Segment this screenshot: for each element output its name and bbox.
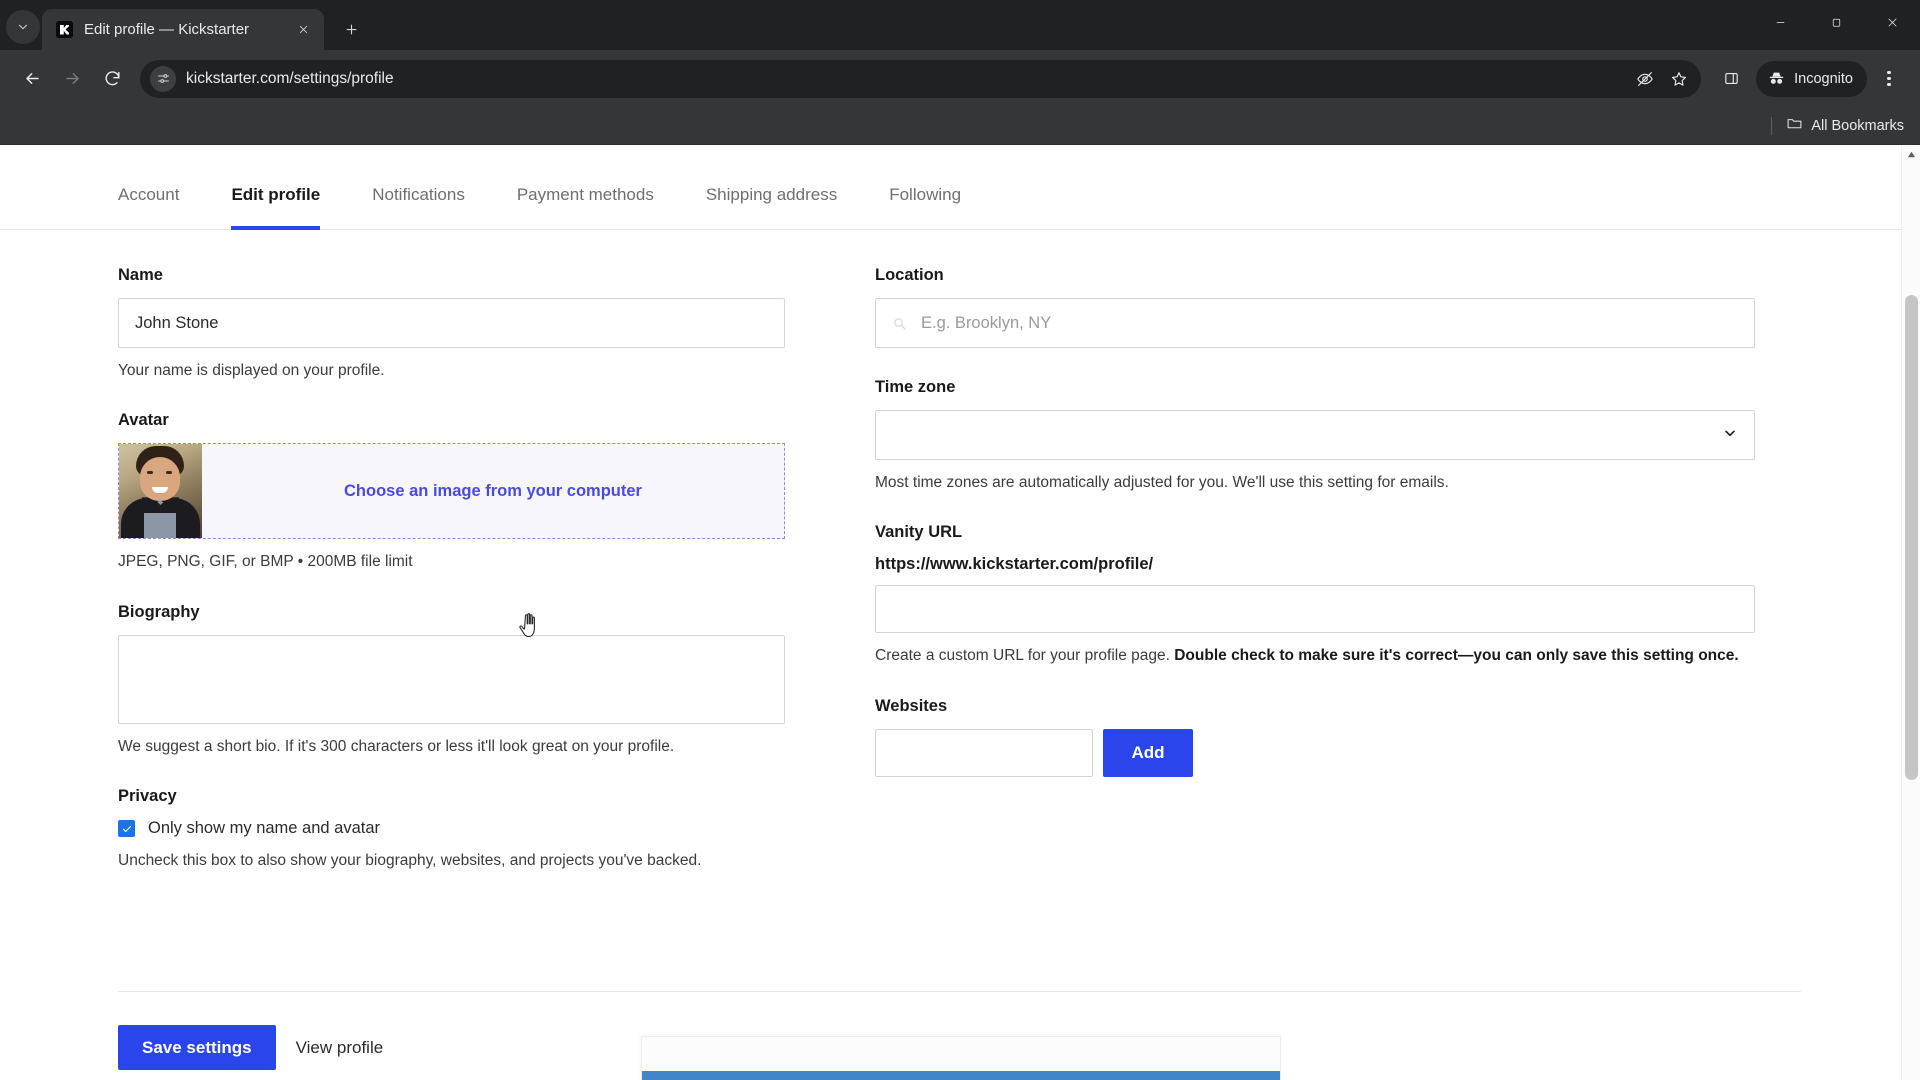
name-help-text: Your name is displayed on your profile. — [118, 362, 385, 379]
avatar-upload-area[interactable]: Choose an image from your computer — [202, 444, 784, 538]
biography-field-group: Biography We suggest a short bio. If it'… — [118, 603, 790, 757]
avatar-help-text: JPEG, PNG, GIF, or BMP • 200MB file limi… — [118, 553, 413, 571]
folder-icon — [1786, 115, 1803, 136]
page-settings-icon[interactable] — [150, 65, 176, 92]
new-tab-button[interactable] — [334, 12, 368, 46]
timezone-help-text: Most time zones are automatically adjust… — [875, 474, 1449, 491]
biography-help-text: We suggest a short bio. If it's 300 char… — [118, 737, 675, 755]
browser-toolbar: kickstarter.com/settings/profile Incogni… — [0, 50, 1920, 107]
settings-columns: Name John Stone Your name is displayed o… — [0, 230, 1901, 902]
privacy-field-group: Privacy Only show my name and avatar Unc… — [118, 787, 790, 871]
page-viewport: Account Edit profile Notifications Payme… — [0, 145, 1920, 1080]
vanity-url-input[interactable] — [875, 585, 1755, 634]
location-label: Location — [875, 266, 944, 284]
forward-icon[interactable] — [54, 61, 90, 97]
minimize-icon[interactable] — [1752, 0, 1808, 44]
bookmarks-bar: All Bookmarks — [0, 107, 1920, 145]
footer-divider — [118, 991, 1801, 992]
name-input[interactable]: John Stone — [118, 298, 785, 348]
tab-shipping-address[interactable]: Shipping address — [706, 185, 837, 229]
websites-row: Add — [875, 728, 1690, 777]
name-label: Name — [118, 266, 163, 284]
biography-label: Biography — [118, 602, 200, 621]
avatar-dropzone[interactable]: Choose an image from your computer — [118, 443, 785, 540]
timezone-label: Time zone — [875, 378, 956, 396]
page-scrollbar[interactable] — [1901, 145, 1920, 1080]
incognito-profile-button[interactable]: Incognito — [1756, 60, 1867, 97]
scroll-up-arrow-icon[interactable] — [1902, 145, 1920, 164]
incognito-label: Incognito — [1794, 70, 1853, 87]
close-icon[interactable] — [292, 19, 314, 41]
tab-search-icon[interactable] — [6, 10, 40, 44]
avatar-field-group: Avatar Choose an image from your compute… — [118, 411, 790, 572]
chevron-down-icon — [1722, 425, 1738, 446]
vanity-url-label: Vanity URL — [875, 523, 963, 542]
restore-icon[interactable] — [1808, 0, 1864, 44]
timezone-field-group: Time zone Most time zones are automatica… — [875, 378, 1755, 493]
bookmarks-divider — [1771, 116, 1773, 135]
kebab-menu-icon[interactable] — [1872, 61, 1906, 97]
add-website-button[interactable]: Add — [1103, 728, 1193, 777]
tab-edit-profile[interactable]: Edit profile — [231, 185, 320, 230]
window-controls — [1752, 0, 1920, 44]
star-icon[interactable] — [1663, 63, 1695, 95]
side-panel-icon[interactable] — [1713, 61, 1749, 97]
privacy-checkbox[interactable] — [118, 820, 135, 838]
vanity-url-prefix: https://www.kickstarter.com/profile/ — [875, 555, 1154, 574]
tab-account[interactable]: Account — [118, 185, 179, 229]
eye-slash-icon[interactable] — [1629, 63, 1661, 95]
website-input[interactable] — [875, 728, 1093, 777]
vanity-help-plain: Create a custom URL for your profile pag… — [875, 647, 1175, 665]
scrollbar-thumb[interactable] — [1905, 295, 1918, 780]
all-bookmarks-label: All Bookmarks — [1811, 117, 1904, 134]
right-column: Location E.g. Brooklyn, NY Time zone Mos… — [790, 266, 1755, 902]
tab-strip: Edit profile — Kickstarter — [0, 0, 1920, 50]
biography-textarea[interactable] — [118, 634, 785, 724]
address-bar[interactable]: kickstarter.com/settings/profile — [140, 59, 1702, 98]
kickstarter-settings-page: Account Edit profile Notifications Payme… — [0, 145, 1901, 1080]
toolbar-right-actions: Incognito — [1713, 60, 1906, 97]
vanity-help-bold: Double check to make sure it's correct—y… — [1174, 647, 1739, 665]
all-bookmarks-button[interactable]: All Bookmarks — [1786, 115, 1904, 136]
save-settings-button[interactable]: Save settings — [118, 1025, 276, 1070]
timezone-select[interactable] — [875, 410, 1755, 460]
bottom-sheet-panel[interactable] — [641, 1036, 1281, 1080]
tab-payment-methods[interactable]: Payment methods — [517, 185, 654, 229]
vanity-url-field-group: Vanity URL https://www.kickstarter.com/p… — [875, 523, 1755, 666]
kickstarter-k-icon — [56, 21, 73, 38]
websites-field-group: Websites Add — [875, 697, 1690, 777]
left-column: Name John Stone Your name is displayed o… — [0, 266, 790, 902]
browser-tab[interactable]: Edit profile — Kickstarter — [42, 9, 324, 50]
view-profile-link[interactable]: View profile — [296, 1038, 384, 1058]
avatar-label: Avatar — [118, 411, 169, 430]
location-input[interactable]: E.g. Brooklyn, NY — [875, 298, 1755, 348]
bottom-sheet-accent-bar — [642, 1071, 1280, 1080]
url-text: kickstarter.com/settings/profile — [186, 69, 394, 87]
window-close-icon[interactable] — [1864, 0, 1920, 44]
privacy-checkbox-row[interactable]: Only show my name and avatar — [118, 819, 790, 838]
name-field-group: Name John Stone Your name is displayed o… — [118, 266, 790, 381]
vanity-url-help-text: Create a custom URL for your profile pag… — [875, 645, 1760, 666]
location-search-icon — [892, 316, 907, 331]
tab-following[interactable]: Following — [889, 185, 961, 229]
privacy-label: Privacy — [118, 787, 177, 806]
location-placeholder: E.g. Brooklyn, NY — [921, 313, 1052, 332]
privacy-checkbox-label: Only show my name and avatar — [148, 819, 381, 838]
privacy-help-text: Uncheck this box to also show your biogr… — [118, 852, 702, 870]
avatar — [119, 444, 202, 539]
browser-window: Edit profile — Kickstarter kickstarter.c… — [0, 0, 1920, 1080]
settings-tabs: Account Edit profile Notifications Payme… — [0, 145, 1901, 230]
reload-icon[interactable] — [94, 61, 130, 97]
back-icon[interactable] — [14, 61, 50, 97]
choose-image-link[interactable]: Choose an image from your computer — [344, 482, 642, 501]
websites-label: Websites — [875, 696, 948, 715]
tab-title: Edit profile — Kickstarter — [84, 21, 250, 38]
location-field-group: Location E.g. Brooklyn, NY — [875, 266, 1755, 348]
tab-notifications[interactable]: Notifications — [372, 185, 465, 229]
